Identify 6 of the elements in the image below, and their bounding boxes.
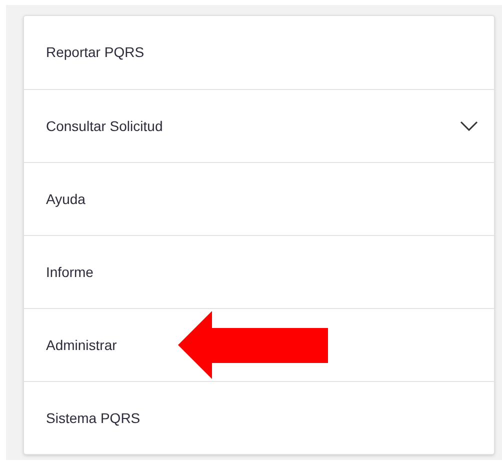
menu-item[interactable]: Sistema PQRS — [24, 381, 494, 454]
menu-item[interactable]: Reportar PQRS — [24, 16, 494, 89]
menu-item[interactable]: Consultar Solicitud — [24, 89, 494, 162]
menu-item[interactable]: Informe — [24, 235, 494, 308]
menu-item[interactable]: Ayuda — [24, 162, 494, 235]
menu-item[interactable]: Administrar — [24, 308, 494, 381]
